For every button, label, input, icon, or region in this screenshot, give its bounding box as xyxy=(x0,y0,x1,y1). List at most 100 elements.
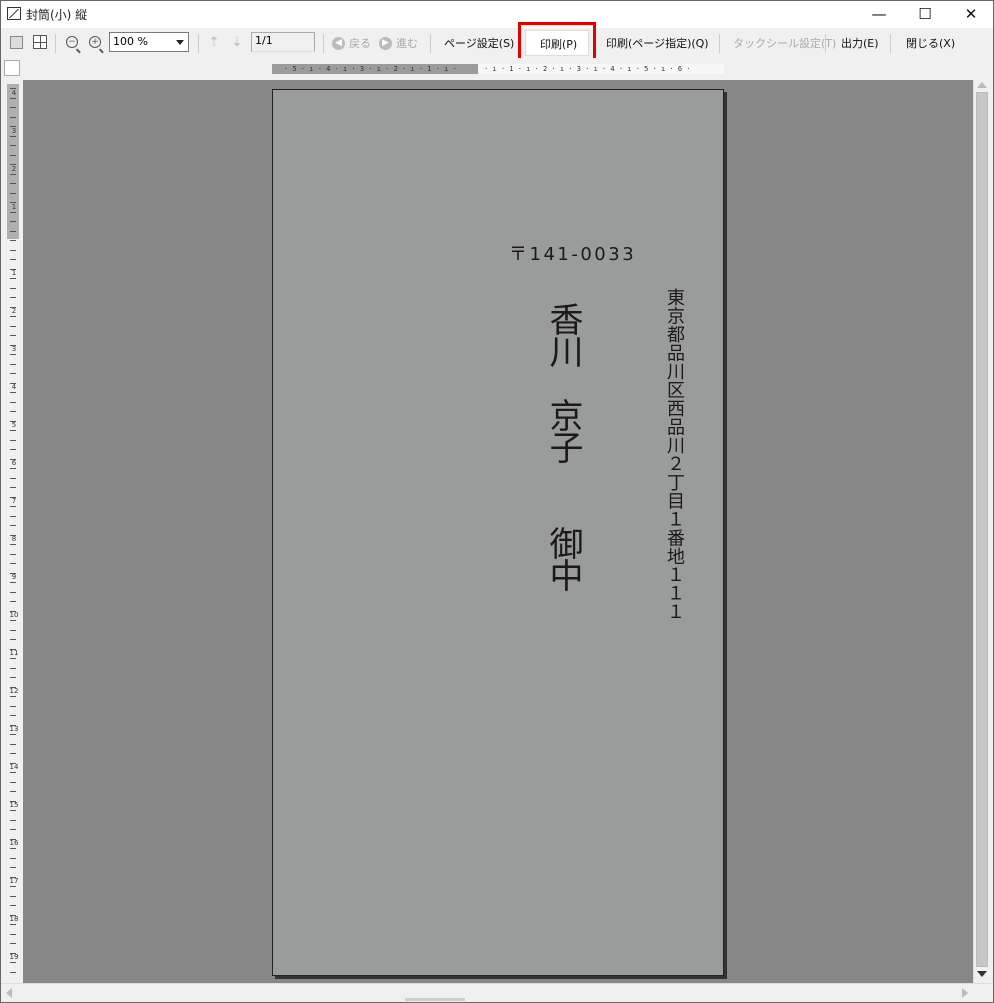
ruler-tick xyxy=(10,639,16,640)
scroll-up-icon[interactable] xyxy=(977,82,987,88)
ruler-tick xyxy=(10,572,16,574)
ruler-tick xyxy=(10,734,16,735)
ruler-tick xyxy=(10,278,16,279)
back-button[interactable]: ◀ 戻る xyxy=(332,33,371,53)
page-down-icon[interactable]: ⇣ xyxy=(228,33,246,51)
ruler-tick xyxy=(10,943,16,944)
ruler-tick xyxy=(10,829,16,830)
ruler-tick xyxy=(10,629,16,631)
ruler-tick xyxy=(10,667,16,669)
ruler-tick xyxy=(10,268,16,270)
ruler-label: 2 xyxy=(11,307,17,315)
ruler-tick xyxy=(10,905,16,906)
ruler-tick xyxy=(10,202,16,203)
ruler-tick xyxy=(10,601,16,602)
ruler-label: 13 xyxy=(9,725,19,733)
page-setup-button[interactable]: ページ設定(S) xyxy=(444,33,514,53)
forward-button[interactable]: ▶ 進む xyxy=(379,33,418,53)
ruler-tick xyxy=(10,145,16,146)
ruler-tick xyxy=(10,933,16,935)
zoom-out-icon[interactable]: − xyxy=(63,33,81,51)
close-button[interactable]: 閉じる(X) xyxy=(906,33,955,53)
toolbar-divider xyxy=(55,34,56,53)
multi-page-icon[interactable] xyxy=(31,33,49,51)
ruler-tick xyxy=(10,914,16,916)
ruler-corner xyxy=(4,60,20,76)
ruler-tick xyxy=(10,458,16,460)
output-button[interactable]: 出力(E) xyxy=(841,33,879,53)
vertical-scrollbar[interactable] xyxy=(973,80,991,983)
ruler-tick xyxy=(10,810,16,811)
forward-label: 進む xyxy=(396,37,418,50)
ruler-tick xyxy=(10,297,16,298)
single-page-icon[interactable] xyxy=(7,33,25,51)
ruler-tick xyxy=(10,477,16,479)
ruler-tick xyxy=(10,164,16,165)
ruler-label: 5 xyxy=(11,421,17,429)
toolbar-divider xyxy=(430,34,431,53)
print-highlight-box xyxy=(518,22,596,61)
app-icon xyxy=(7,7,21,20)
toolbar-divider xyxy=(890,34,891,53)
ruler-tick xyxy=(10,563,16,564)
ruler-tick xyxy=(10,221,16,222)
ruler-tick xyxy=(10,487,16,488)
ruler-label: 3 xyxy=(11,127,17,135)
ruler-tick xyxy=(10,116,16,118)
ruler-tick xyxy=(10,753,16,754)
ruler-tick xyxy=(10,420,16,422)
ruler-tick xyxy=(10,363,16,365)
ruler-tick xyxy=(10,249,16,251)
ruler-tick xyxy=(10,154,16,156)
ruler-tick xyxy=(10,534,16,536)
page-number-input[interactable]: 1/1 xyxy=(251,32,315,52)
ruler-tick xyxy=(10,791,16,792)
ruler-label: 4 xyxy=(11,89,17,97)
tack-seal-settings-button[interactable]: タックシール設定(T) xyxy=(733,33,836,53)
ruler-tick xyxy=(10,838,16,840)
ruler-tick xyxy=(10,316,16,317)
ruler-label: 1 xyxy=(11,269,17,277)
maximize-button[interactable]: ☐ xyxy=(902,0,948,28)
scroll-thumb[interactable] xyxy=(976,92,988,967)
ruler-label: 17 xyxy=(9,877,19,885)
page-up-icon[interactable]: ⇡ xyxy=(205,33,223,51)
ruler-label: 12 xyxy=(9,687,19,695)
ruler-tick xyxy=(10,192,16,194)
close-window-button[interactable]: ✕ xyxy=(948,0,994,28)
ruler-tick xyxy=(10,373,16,374)
ruler-tick xyxy=(10,648,16,650)
minimize-button[interactable]: — xyxy=(856,0,902,28)
ruler-tick xyxy=(10,620,16,621)
ruler-label: 7 xyxy=(11,497,17,505)
zoom-in-icon[interactable]: + xyxy=(86,33,104,51)
address-text: 東京都品川区西品川２丁目１番地１１１ xyxy=(664,288,685,621)
ruler-tick xyxy=(10,335,16,336)
horizontal-scrollbar[interactable] xyxy=(0,983,994,1001)
ruler-tick xyxy=(10,971,16,973)
zoom-select[interactable]: 100 % xyxy=(109,32,189,52)
ruler-tick xyxy=(10,468,16,469)
ruler-right-ticks: · ı · 1 · ı · 2 · ı · 3 · ı · 4 · ı · 5 … xyxy=(484,65,691,73)
ruler-tick xyxy=(10,230,16,232)
ruler-tick xyxy=(10,705,16,707)
ruler-tick xyxy=(10,240,16,241)
ruler-tick xyxy=(10,525,16,526)
scroll-right-icon[interactable] xyxy=(962,988,968,998)
ruler-tick xyxy=(10,895,16,897)
ruler-tick xyxy=(10,715,16,716)
ruler-tick xyxy=(10,544,16,545)
ruler-tick xyxy=(10,430,16,431)
print-page-range-button[interactable]: 印刷(ページ指定)(Q) xyxy=(606,33,709,53)
scroll-left-icon[interactable] xyxy=(6,988,12,998)
ruler-tick xyxy=(10,867,16,868)
ruler-tick xyxy=(10,924,16,925)
ruler-tick xyxy=(10,772,16,773)
scroll-down-icon[interactable] xyxy=(977,971,987,977)
scroll-thumb-horizontal[interactable] xyxy=(405,998,465,1001)
ruler-tick xyxy=(10,287,16,289)
forward-arrow-icon: ▶ xyxy=(379,36,392,50)
ruler-tick xyxy=(10,962,16,963)
ruler-tick xyxy=(10,677,16,678)
ruler-label: 8 xyxy=(11,535,17,543)
